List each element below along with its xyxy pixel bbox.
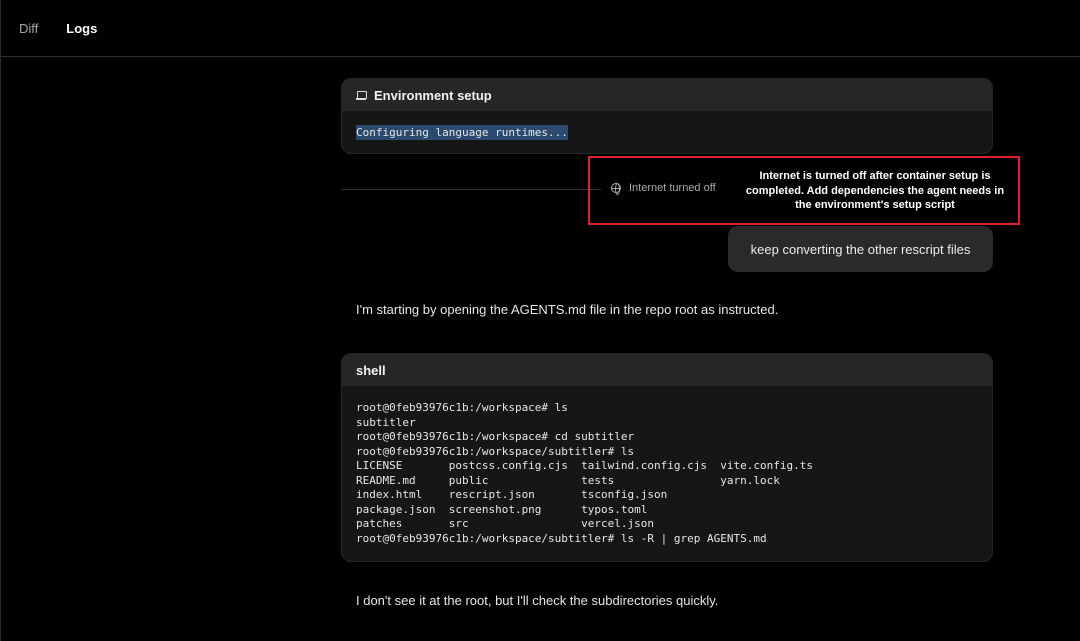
shell-card: shell root@0feb93976c1b:/workspace# ls s…	[341, 353, 993, 562]
tab-logs[interactable]: Logs	[66, 21, 97, 36]
divider-line	[341, 189, 601, 190]
user-message-bubble: keep converting the other rescript files	[728, 226, 993, 272]
top-tab-bar: Diff Logs	[1, 0, 1080, 57]
internet-tooltip: Internet is turned off after container s…	[745, 170, 1005, 211]
user-message-text: keep converting the other rescript files	[750, 241, 971, 257]
environment-setup-title: Environment setup	[374, 87, 492, 103]
assistant-message: I'm starting by opening the AGENTS.md fi…	[356, 302, 779, 317]
logs-page: Diff Logs Environment setup Configuring …	[0, 0, 1080, 641]
shell-title: shell	[356, 362, 386, 378]
assistant-message: I don't see it at the root, but I'll che…	[356, 593, 719, 608]
shell-header[interactable]: shell	[342, 354, 992, 386]
environment-setup-header[interactable]: Environment setup	[342, 79, 992, 111]
environment-setup-output: Configuring language runtimes...	[356, 125, 568, 140]
environment-setup-card: Environment setup Configuring language r…	[341, 78, 993, 154]
tab-diff[interactable]: Diff	[19, 21, 38, 36]
shell-output: root@0feb93976c1b:/workspace# ls subtitl…	[356, 401, 813, 545]
laptop-icon	[356, 91, 367, 100]
